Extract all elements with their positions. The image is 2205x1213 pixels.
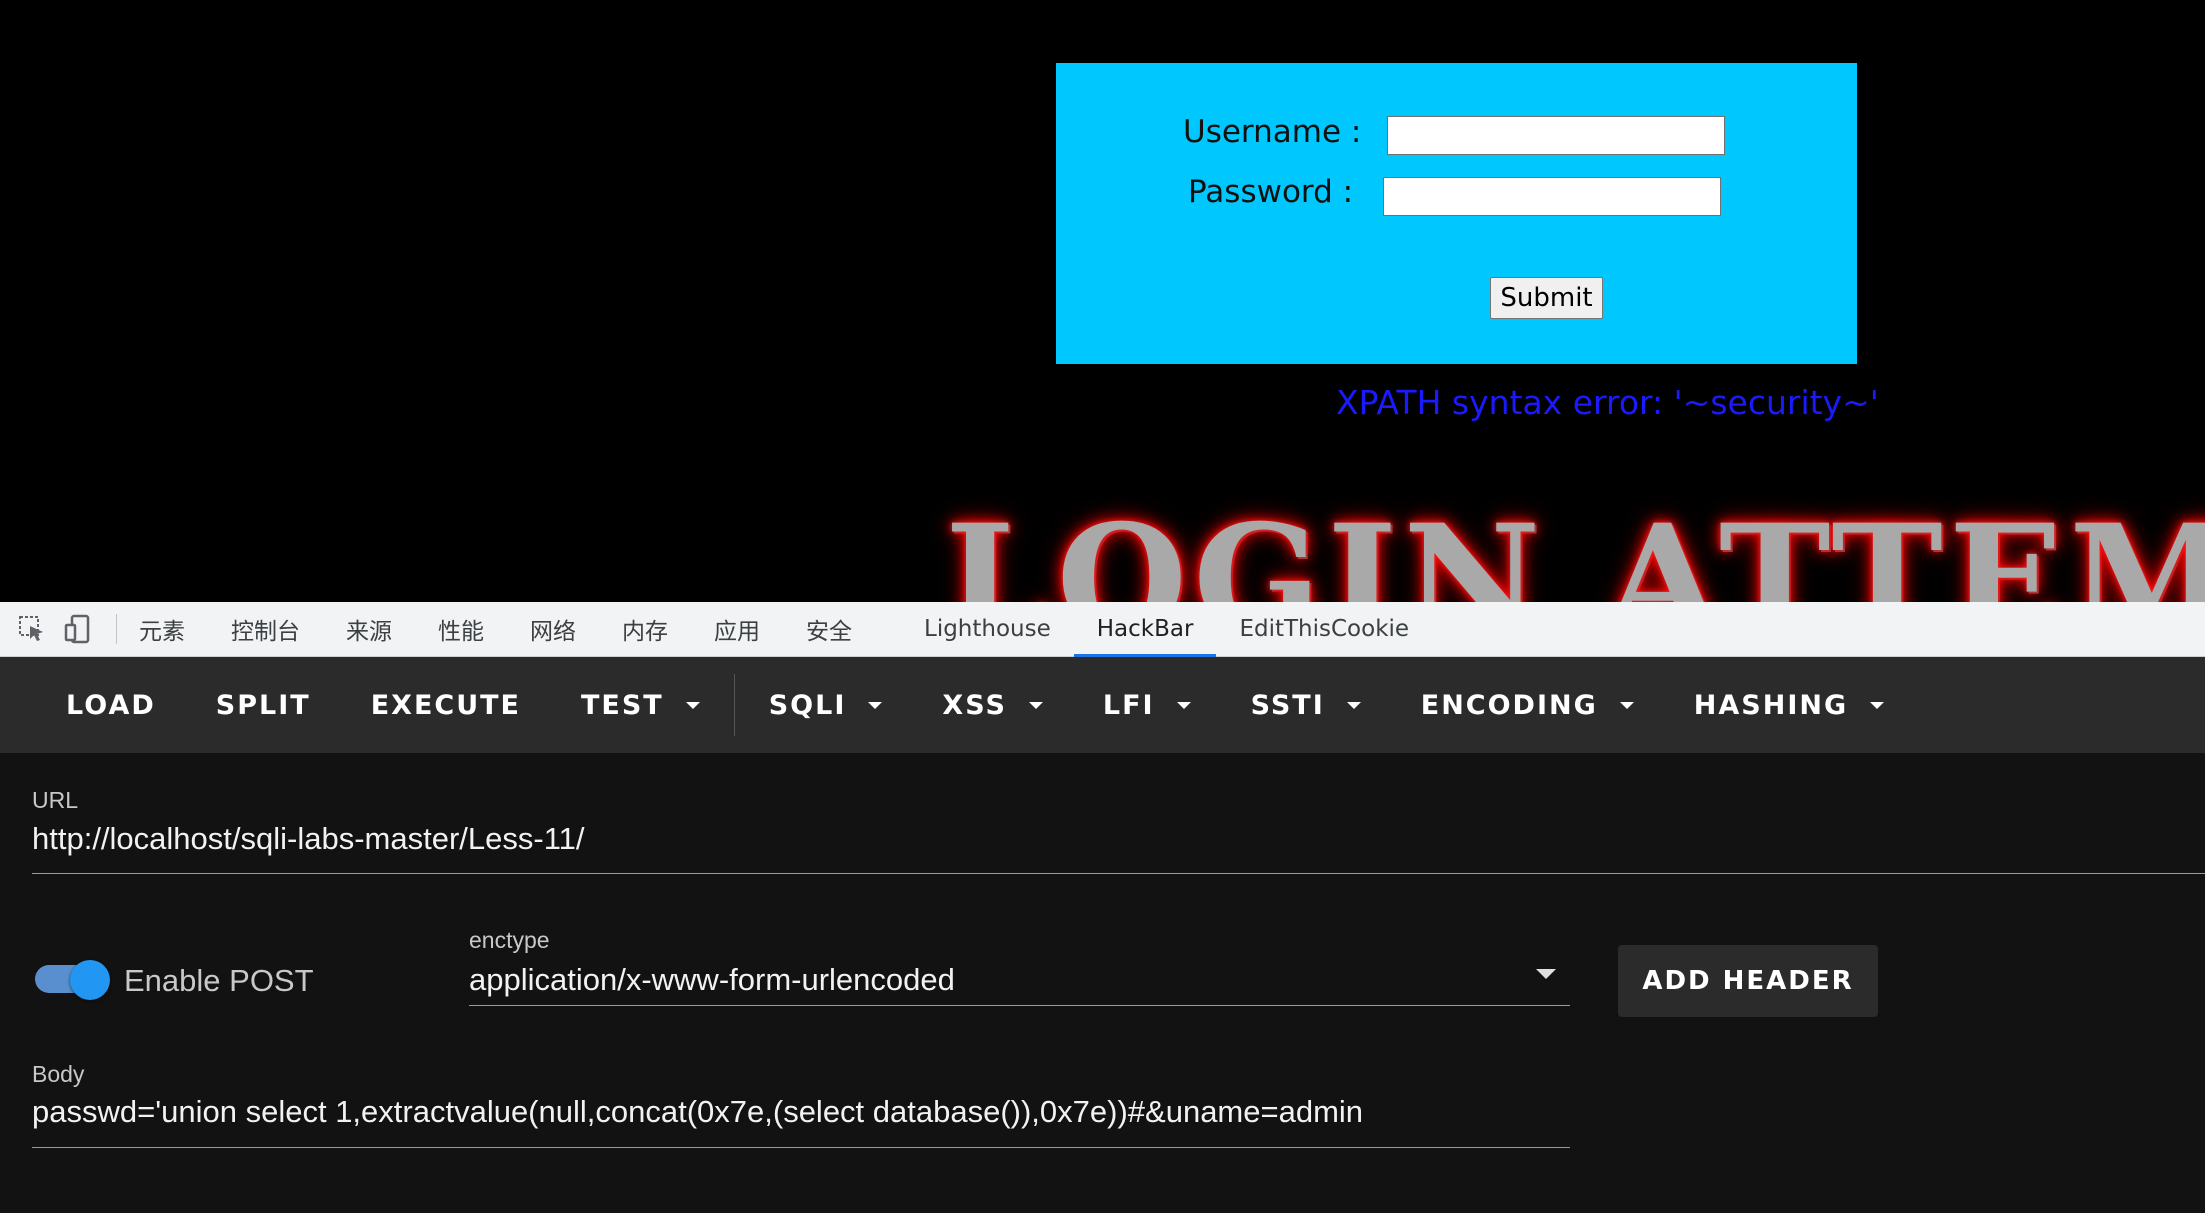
encoding-label: ENCODING [1420, 689, 1598, 721]
username-label: Username : [1183, 114, 1362, 150]
hashing-label: HASHING [1693, 689, 1849, 721]
split-label: SPLIT [215, 689, 311, 721]
ssti-label: SSTI [1250, 689, 1325, 721]
toolbar-divider [733, 674, 735, 736]
sqli-label: SQLI [768, 689, 847, 721]
enable-post-label: Enable POST [124, 963, 314, 998]
ssti-menu-button[interactable]: SSTI [1221, 673, 1391, 737]
tab-sources[interactable]: 来源 [323, 602, 415, 657]
login-form: Username : Password : Submit [1056, 63, 1857, 364]
tab-application[interactable]: 应用 [691, 602, 783, 657]
dropdown-arrow-icon[interactable] [1536, 969, 1556, 979]
hashing-menu-button[interactable]: HASHING [1664, 673, 1914, 737]
test-label: TEST [581, 689, 664, 721]
enctype-underline [469, 1005, 1570, 1006]
inspect-element-icon[interactable] [14, 611, 50, 647]
enctype-select[interactable]: application/x-www-form-urlencoded [469, 962, 955, 998]
device-toolbar-icon[interactable] [60, 611, 96, 647]
toolbar-divider [116, 614, 117, 644]
tab-lighthouse[interactable]: Lighthouse [901, 602, 1074, 657]
chevron-down-icon [1028, 701, 1043, 709]
tab-performance[interactable]: 性能 [415, 602, 507, 657]
body-input[interactable]: passwd='union select 1,extractvalue(null… [32, 1094, 1363, 1130]
chevron-down-icon [1346, 701, 1361, 709]
chevron-down-icon [1176, 701, 1191, 709]
split-button[interactable]: SPLIT [186, 673, 341, 737]
chevron-down-icon [1870, 701, 1885, 709]
tab-network[interactable]: 网络 [507, 602, 599, 657]
body-underline [32, 1147, 1570, 1148]
toggle-knob[interactable] [70, 960, 110, 1000]
encoding-menu-button[interactable]: ENCODING [1391, 673, 1664, 737]
url-label: URL [32, 787, 79, 813]
enctype-label: enctype [469, 927, 550, 953]
lfi-label: LFI [1102, 689, 1155, 721]
devtools-tab-bar: 元素 控制台 来源 性能 网络 内存 应用 安全 Lighthouse Hack… [0, 602, 2205, 657]
tab-memory[interactable]: 内存 [599, 602, 691, 657]
password-input[interactable] [1383, 177, 1721, 216]
chevron-down-icon [1619, 701, 1634, 709]
load-label: LOAD [66, 689, 156, 721]
tab-console[interactable]: 控制台 [208, 602, 323, 657]
tab-elements[interactable]: 元素 [139, 602, 208, 657]
execute-label: EXECUTE [370, 689, 521, 721]
xss-label: XSS [942, 689, 1007, 721]
body-label: Body [32, 1061, 85, 1087]
password-label: Password : [1188, 174, 1354, 210]
add-header-button[interactable]: ADD HEADER [1618, 945, 1878, 1017]
url-underline [32, 873, 2205, 874]
web-page: Username : Password : Submit XPATH synta… [0, 0, 2205, 602]
lfi-menu-button[interactable]: LFI [1073, 673, 1221, 737]
hackbar-panel: URL http://localhost/sqli-labs-master/Le… [0, 753, 2205, 1213]
tab-security[interactable]: 安全 [783, 602, 875, 657]
xss-menu-button[interactable]: XSS [912, 673, 1073, 737]
sqli-menu-button[interactable]: SQLI [739, 673, 913, 737]
error-message: XPATH syntax error: '~security~' [1336, 383, 1879, 422]
login-attempt-banner: LOGIN ATTEMPT [945, 492, 2205, 602]
submit-button[interactable]: Submit [1490, 277, 1603, 319]
tab-editthiscookie[interactable]: EditThisCookie [1216, 602, 1432, 657]
execute-button[interactable]: EXECUTE [341, 673, 551, 737]
url-input[interactable]: http://localhost/sqli-labs-master/Less-1… [32, 821, 585, 857]
username-input[interactable] [1387, 116, 1725, 155]
chevron-down-icon [685, 701, 700, 709]
load-button[interactable]: LOAD [36, 673, 186, 737]
test-menu-button[interactable]: TEST [551, 673, 730, 737]
hackbar-toolbar: LOAD SPLIT EXECUTE TEST SQLI XSS LFI SST… [0, 657, 2205, 753]
chevron-down-icon [868, 701, 883, 709]
tab-hackbar[interactable]: HackBar [1073, 602, 1217, 657]
